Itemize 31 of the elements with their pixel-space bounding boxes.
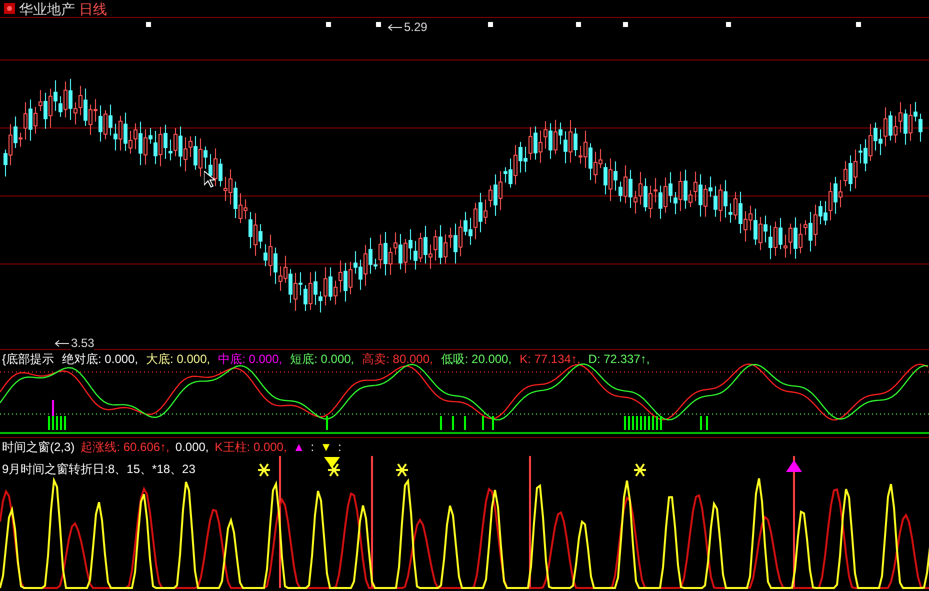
indicator-value: K王柱: 0.000, xyxy=(214,440,287,454)
pointer-icon xyxy=(204,171,215,188)
asterisk-icon xyxy=(258,463,270,477)
indicator-value: 低吸: 20.000, xyxy=(440,352,512,366)
price-label: 3.53 xyxy=(71,336,94,350)
indicator-value: ▲ xyxy=(292,440,305,454)
indicator-value: 时间之窗(2,3) xyxy=(2,440,75,454)
indicator-value: 中底: 0.000, xyxy=(218,352,282,366)
asterisk-icon xyxy=(396,463,408,477)
indicator-value: ▼ xyxy=(320,440,332,454)
up-triangle-icon xyxy=(786,460,802,472)
indicator-value: 高卖: 80.000, xyxy=(362,352,433,366)
indicator-value: 大底: 0.000, xyxy=(146,352,210,366)
indicator-value: 短底: 0.000, xyxy=(290,352,354,366)
down-triangle-icon xyxy=(324,457,340,468)
period-label[interactable]: 日线 xyxy=(79,2,107,16)
indicator-value: {底部提示 xyxy=(2,352,54,366)
indicator-value: K: 77.134↑, xyxy=(520,352,580,366)
asterisk-icon xyxy=(634,463,646,477)
turning-dates-note: 9月时间之窗转折日:8、15、*18、23 xyxy=(2,462,196,476)
leader-line xyxy=(55,340,69,346)
asterisk-icon xyxy=(328,463,340,477)
indicator-value: 起涨线: 60.606↑, xyxy=(80,440,170,454)
indicator-value: : xyxy=(338,440,342,454)
indicator-value: : xyxy=(310,440,314,454)
stock-name: 华业地产 xyxy=(19,2,75,16)
leader-line xyxy=(388,24,402,30)
indicator-value: 绝对底: 0.000, xyxy=(62,352,138,366)
indicator-value: D: 72.337↑, xyxy=(588,352,650,366)
price-label: 5.29 xyxy=(404,20,428,34)
indicator-value: 0.000, xyxy=(175,440,209,454)
